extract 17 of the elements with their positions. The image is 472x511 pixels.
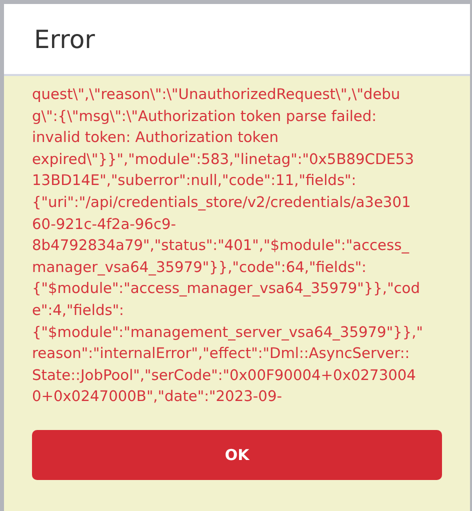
error-message-line: 60-921c-4f2a-96c9- bbox=[32, 214, 178, 235]
error-message-line: 0+0x0247000B","date":"2023-09- bbox=[32, 387, 283, 408]
dialog-title: Error bbox=[34, 24, 95, 54]
error-message-line: State::JobPool","serCode":"0x00F90004+0x0273004 bbox=[32, 366, 417, 386]
error-message-line: {"$module":"access_manager_vsa64_35979"}},"cod bbox=[32, 279, 422, 300]
error-message-line: quest\",\"reason\":\"UnauthorizedRequest\",\"debu bbox=[32, 85, 402, 105]
error-message-line: {"$module":"management_server_vsa64_35979"}}," bbox=[32, 322, 424, 343]
error-message-line: invalid token: Authorization token bbox=[32, 128, 280, 148]
error-message-line: expired\"}}","module":583,"linetag":"0x5B89CDE53 bbox=[32, 150, 416, 170]
error-message-line: e":4,"fields": bbox=[32, 300, 125, 321]
error-message-line: 8b4792834a79","status":"401","$module":"access_ bbox=[32, 236, 410, 256]
error-message-line: g\":{\"msg\":\"Authorization token parse failed: bbox=[32, 106, 378, 127]
error-message-line: reason":"internalError","effect":"Dml::AsyncServer:: bbox=[32, 344, 411, 364]
ok-button[interactable]: OK bbox=[32, 430, 442, 480]
error-message-line: 13BD14E","suberror":null,"code":11,"fields": bbox=[32, 171, 358, 192]
error-message-line: {"uri":"/api/credentials_store/v2/credentials/a3e301 bbox=[32, 192, 412, 213]
error-message-line: manager_vsa64_35979"}},"code":64,"fields": bbox=[32, 258, 368, 278]
